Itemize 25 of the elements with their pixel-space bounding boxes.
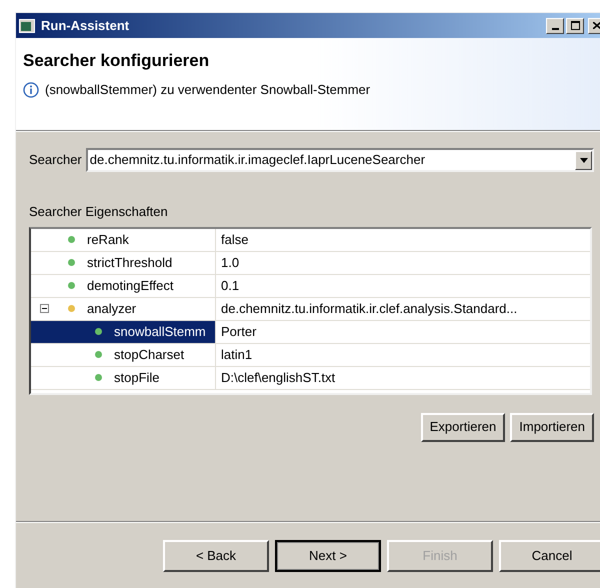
property-value-cell[interactable]: 0.1 [216,274,590,296]
info-message: (snowballStemmer) zu verwendenter Snowball-Stemmer [45,81,370,99]
property-value-cell[interactable]: D:\clef\englishST.txt [216,366,590,388]
property-name-cell[interactable]: stopFile [31,366,216,388]
property-name-cell[interactable]: reRank [31,228,216,250]
property-name-cell[interactable]: stopCharset [31,344,216,366]
property-value-cell[interactable]: de.chemnitz.tu.informatik.ir.clef.analysis.Standard... [216,298,590,320]
property-name-cell[interactable]: demotingEffect [31,274,216,296]
searcher-label: Searcher [29,151,82,170]
property-value-cell[interactable]: false [216,228,590,250]
import-button[interactable]: Importieren [510,412,594,442]
cancel-button[interactable]: Cancel [499,540,600,572]
export-button[interactable]: Exportieren [420,412,506,442]
property-value-cell[interactable]: latin1 [216,344,590,366]
property-name-cell[interactable]: analyzer [31,298,216,320]
property-value-cell[interactable]: 1.0 [216,252,590,274]
back-button[interactable]: < Back [163,540,269,572]
window-title: Run-Assistent [41,16,130,35]
searcher-dropdown[interactable]: de.chemnitz.tu.informatik.ir.imageclef.IaprLuceneSearcher [86,148,594,172]
properties-label: Searcher Eigenschaften [29,203,168,221]
property-value-cell[interactable]: Porter [216,320,590,342]
property-name-cell[interactable]: snowballStemm [31,320,216,342]
next-button[interactable]: Next > [275,540,381,572]
page-title: Searcher konfigurieren [23,50,210,72]
property-name-cell[interactable]: strictThreshold [31,252,216,274]
